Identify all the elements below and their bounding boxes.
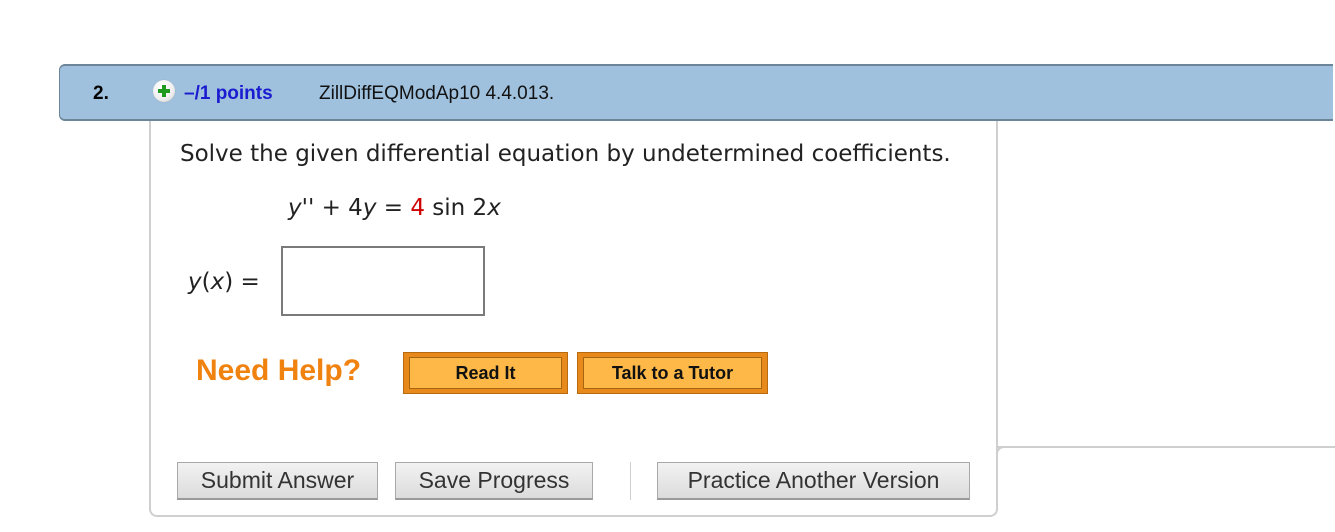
- answer-label-x: x: [210, 269, 225, 295]
- answer-label-close: ) =: [224, 269, 260, 295]
- submit-answer-button[interactable]: Submit Answer: [177, 462, 378, 500]
- eq-y: y: [288, 195, 302, 221]
- differential-equation: y'' + 4y = 4 sin 2x: [288, 195, 501, 221]
- divider-line: [998, 446, 1335, 448]
- plus-circle-icon[interactable]: [153, 80, 175, 102]
- read-it-label: Read It: [409, 357, 562, 389]
- divider-corner: [996, 446, 1008, 458]
- eq-plus-four: + 4: [314, 195, 363, 221]
- question-body: [149, 121, 998, 517]
- eq-prime: '': [301, 195, 315, 221]
- eq-coefficient: 4: [410, 195, 425, 221]
- eq-y2: y: [362, 195, 377, 221]
- button-divider: [630, 462, 631, 500]
- eq-equals: =: [376, 195, 411, 221]
- read-it-button[interactable]: Read It: [403, 352, 568, 394]
- practice-another-version-button[interactable]: Practice Another Version: [657, 462, 970, 500]
- talk-to-tutor-label: Talk to a Tutor: [583, 357, 762, 389]
- answer-input[interactable]: [281, 246, 485, 316]
- eq-sin: sin 2: [424, 195, 488, 221]
- question-prompt: Solve the given differential equation by…: [180, 141, 951, 167]
- question-header: 2. –/1 points ZillDiffEQModAp10 4.4.013.: [59, 64, 1333, 121]
- points-label: –/1 points: [184, 83, 273, 104]
- need-help-label: Need Help?: [196, 354, 362, 387]
- answer-label-y: y: [188, 269, 202, 295]
- answer-label-open: (: [201, 269, 211, 295]
- question-reference: ZillDiffEQModAp10 4.4.013.: [319, 83, 555, 104]
- question-number: 2.: [93, 83, 109, 104]
- answer-label: y(x) =: [188, 269, 260, 295]
- eq-x: x: [487, 195, 501, 221]
- talk-to-tutor-button[interactable]: Talk to a Tutor: [577, 352, 768, 394]
- save-progress-button[interactable]: Save Progress: [395, 462, 593, 500]
